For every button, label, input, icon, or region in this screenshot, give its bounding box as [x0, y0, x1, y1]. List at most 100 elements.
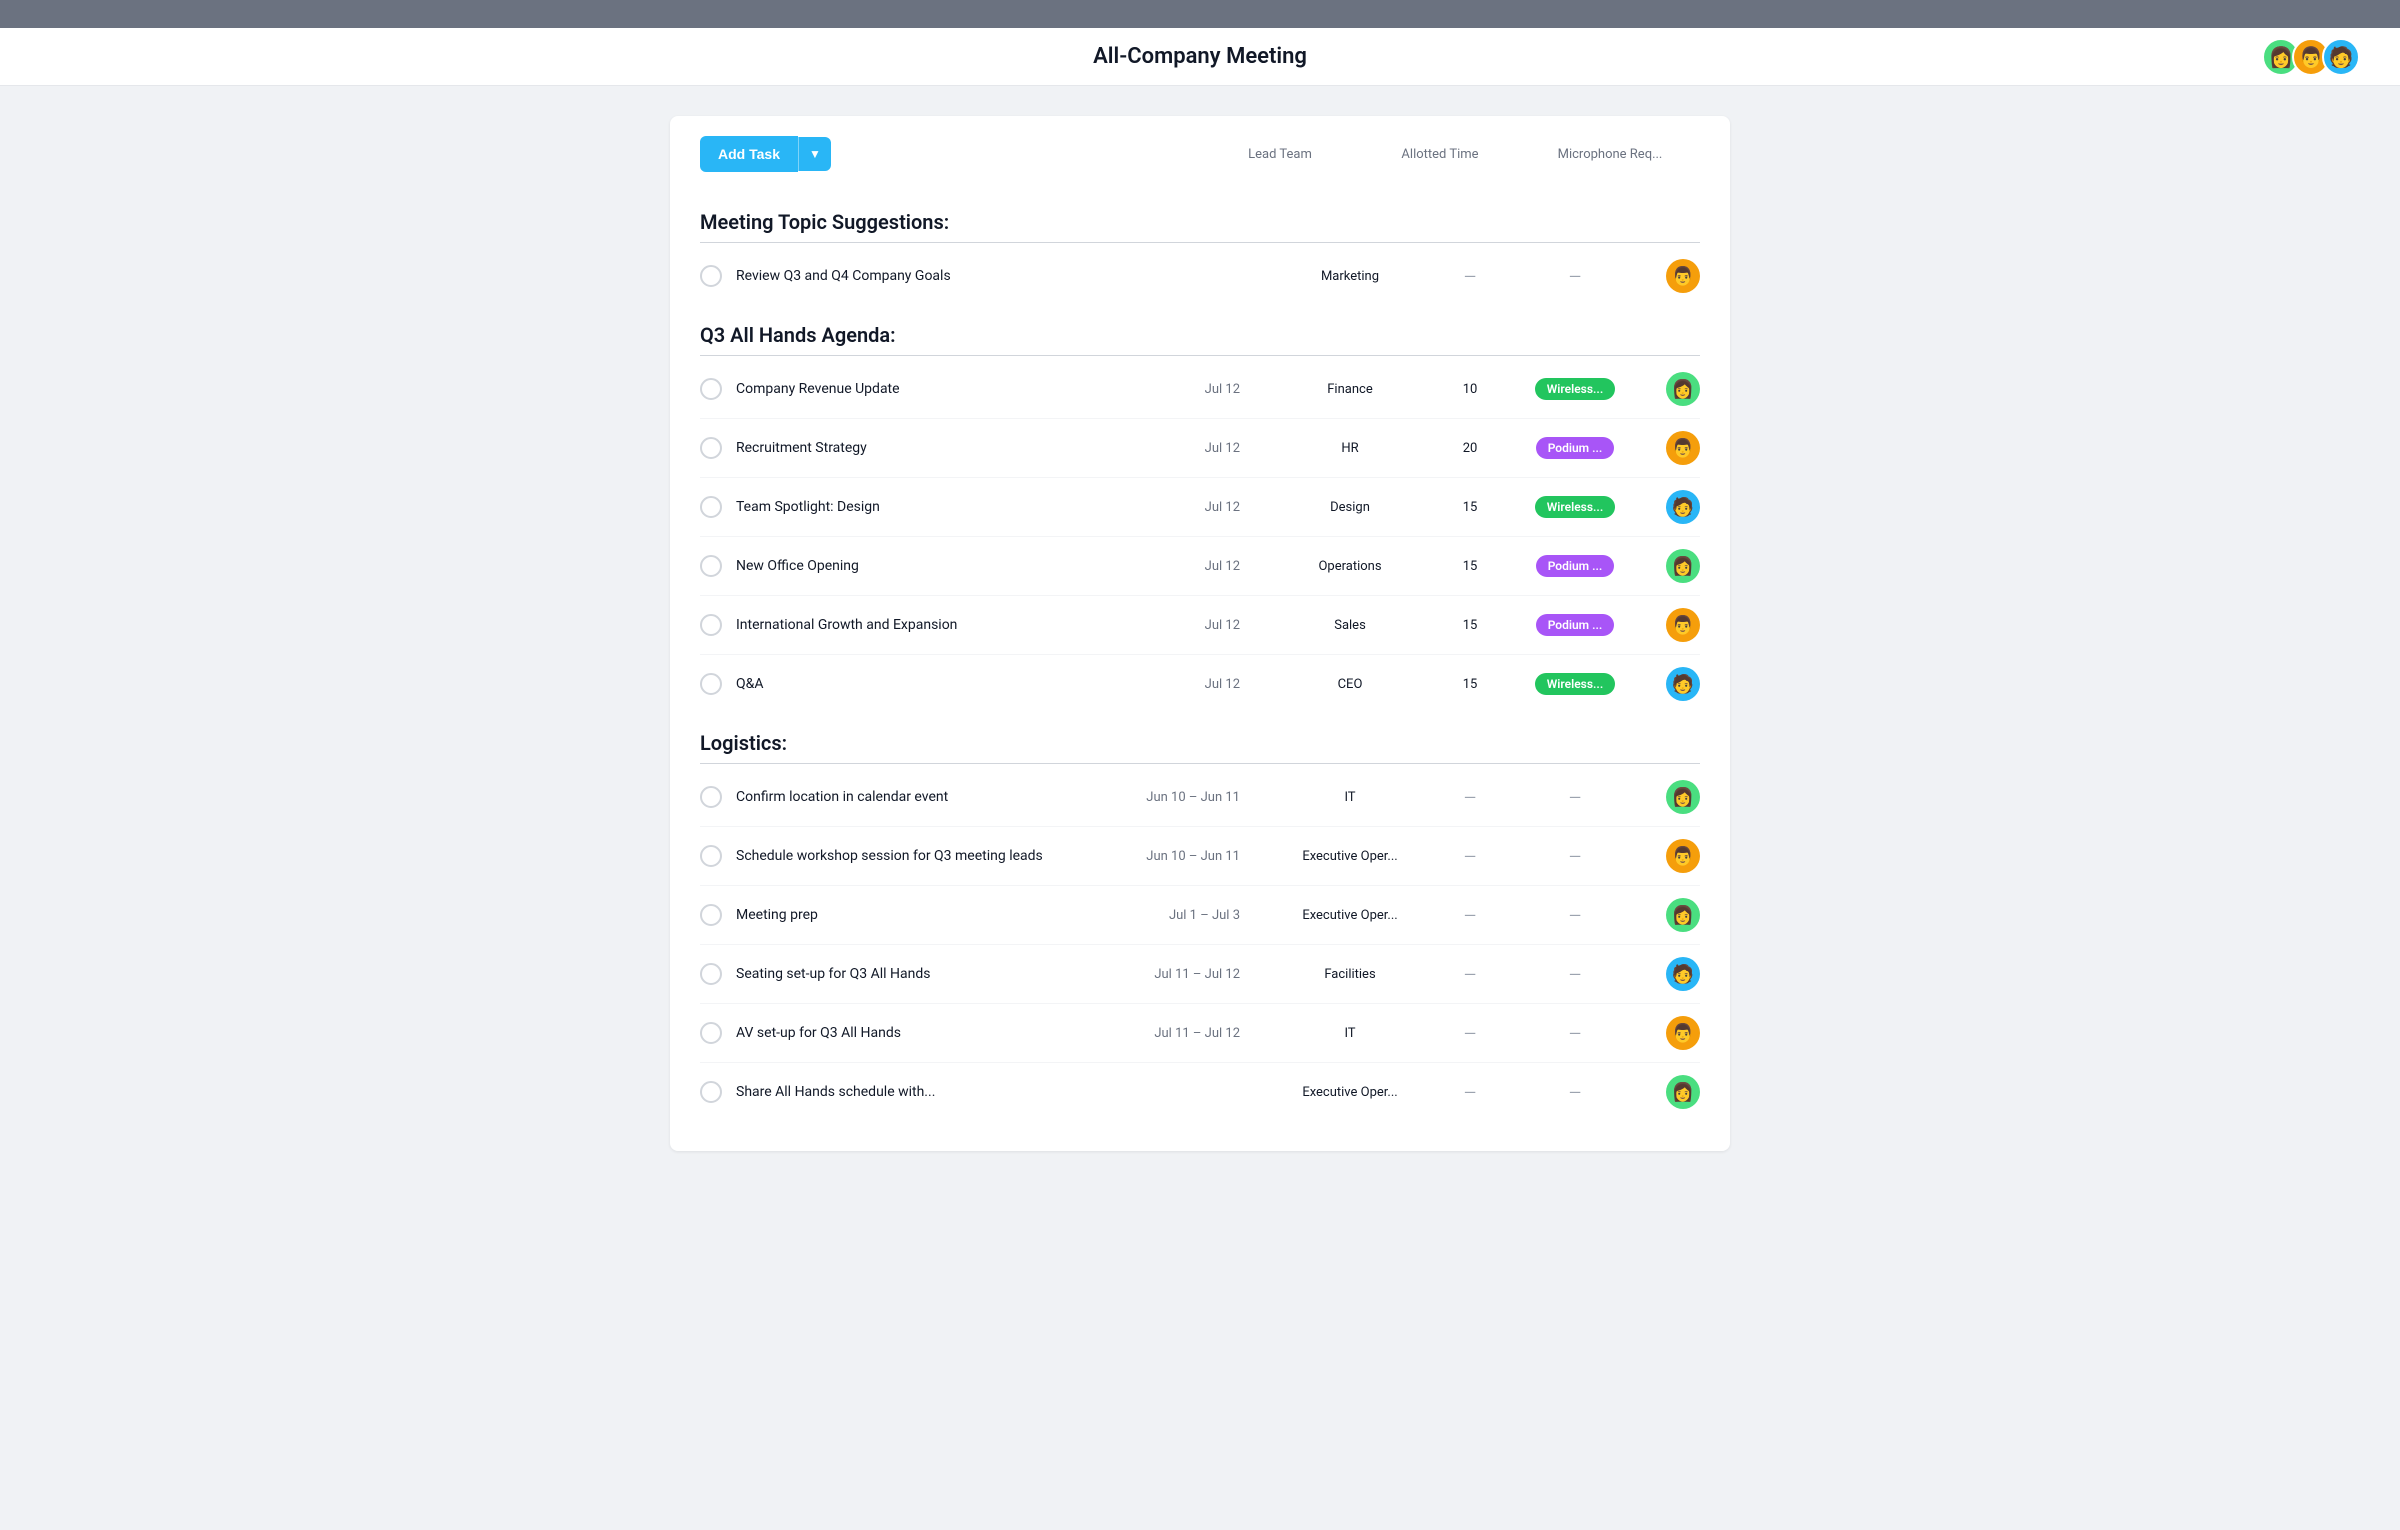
task-name: International Growth and Expansion: [736, 617, 1130, 633]
section: Meeting Topic Suggestions:Review Q3 and …: [700, 192, 1700, 305]
task-avatar: 🧑: [1640, 667, 1700, 701]
task-time: 20: [1430, 441, 1510, 456]
task-avatar: 👨: [1640, 839, 1700, 873]
task-checkbox[interactable]: [700, 1081, 722, 1103]
task-mic[interactable]: Wireless...: [1510, 496, 1640, 518]
task-checkbox[interactable]: [700, 265, 722, 287]
dash-icon: —: [1569, 906, 1582, 925]
task-mic: —: [1510, 1024, 1640, 1043]
avatar: 🧑: [1666, 957, 1700, 991]
section-title: Q3 All Hands Agenda:: [700, 305, 1700, 355]
mic-badge[interactable]: Podium ...: [1536, 555, 1615, 577]
mic-badge[interactable]: Wireless...: [1535, 378, 1615, 400]
avatar: 👨: [1666, 431, 1700, 465]
task-team: Finance: [1270, 382, 1430, 397]
task-name: Confirm location in calendar event: [736, 789, 1130, 805]
dash-icon: —: [1464, 1024, 1477, 1043]
task-name: Team Spotlight: Design: [736, 499, 1130, 515]
task-date: Jul 1 – Jul 3: [1130, 908, 1240, 923]
task-avatar: 👨: [1640, 1016, 1700, 1050]
avatar: 👨: [1666, 839, 1700, 873]
task-name: Q&A: [736, 676, 1130, 692]
microphone-req-header: Microphone Req...: [1520, 147, 1700, 162]
task-checkbox[interactable]: [700, 904, 722, 926]
task-checkbox[interactable]: [700, 496, 722, 518]
dash-icon: —: [1569, 1083, 1582, 1102]
task-date: Jul 11 – Jul 12: [1130, 1026, 1240, 1041]
task-date: Jul 12: [1130, 382, 1240, 397]
add-task-button[interactable]: Add Task: [700, 136, 798, 172]
dash-icon: —: [1569, 788, 1582, 807]
avatar: 🧑: [1666, 667, 1700, 701]
task-name: Recruitment Strategy: [736, 440, 1130, 456]
task-time: —: [1430, 1024, 1510, 1043]
avatar: 👩: [1666, 1075, 1700, 1109]
section-divider: [700, 763, 1700, 764]
table-row: Review Q3 and Q4 Company GoalsMarketing—…: [700, 247, 1700, 305]
mic-badge[interactable]: Wireless...: [1535, 673, 1615, 695]
task-avatar: 👨: [1640, 608, 1700, 642]
header: All-Company Meeting 👩👨🧑: [0, 28, 2400, 86]
task-avatar: 🧑: [1640, 957, 1700, 991]
task-date: Jul 12: [1130, 618, 1240, 633]
task-avatar: 👩: [1640, 1075, 1700, 1109]
task-time: —: [1430, 906, 1510, 925]
toolbar: Add Task ▼ Lead Team Allotted Time Micro…: [700, 136, 1700, 172]
table-row: Meeting prepJul 1 – Jul 3Executive Oper.…: [700, 886, 1700, 945]
task-time: 10: [1430, 382, 1510, 397]
task-checkbox[interactable]: [700, 963, 722, 985]
dash-icon: —: [1464, 965, 1477, 984]
section-divider: [700, 355, 1700, 356]
task-avatar: 👩: [1640, 898, 1700, 932]
task-mic[interactable]: Wireless...: [1510, 378, 1640, 400]
mic-badge[interactable]: Wireless...: [1535, 496, 1615, 518]
task-mic: —: [1510, 788, 1640, 807]
task-name: New Office Opening: [736, 558, 1130, 574]
task-mic[interactable]: Podium ...: [1510, 614, 1640, 636]
task-mic[interactable]: Wireless...: [1510, 673, 1640, 695]
task-checkbox[interactable]: [700, 845, 722, 867]
dash-icon: —: [1464, 847, 1477, 866]
avatar: 🧑: [1666, 490, 1700, 524]
task-mic[interactable]: Podium ...: [1510, 555, 1640, 577]
header-avatars: 👩👨🧑: [2270, 38, 2360, 76]
allotted-time-header: Allotted Time: [1360, 147, 1520, 162]
table-row: Recruitment StrategyJul 12 HR20 Podium ...…: [700, 419, 1700, 478]
mic-badge[interactable]: Podium ...: [1536, 614, 1615, 636]
task-checkbox[interactable]: [700, 1022, 722, 1044]
task-checkbox[interactable]: [700, 378, 722, 400]
task-checkbox[interactable]: [700, 786, 722, 808]
mic-badge[interactable]: Podium ...: [1536, 437, 1615, 459]
table-row: New Office OpeningJul 12Operations15Podi…: [700, 537, 1700, 596]
task-team: Executive Oper...: [1270, 908, 1430, 923]
table-row: Schedule workshop session for Q3 meeting…: [700, 827, 1700, 886]
task-time: 15: [1430, 500, 1510, 515]
table-row: Company Revenue UpdateJul 12Finance10Wir…: [700, 360, 1700, 419]
task-time: 15: [1430, 559, 1510, 574]
task-checkbox[interactable]: [700, 437, 722, 459]
task-team: IT: [1270, 790, 1430, 805]
task-checkbox[interactable]: [700, 673, 722, 695]
task-mic[interactable]: Podium ...: [1510, 437, 1640, 459]
task-checkbox[interactable]: [700, 614, 722, 636]
task-avatar: 👩: [1640, 780, 1700, 814]
avatar: 👩: [1666, 780, 1700, 814]
task-team: CEO: [1270, 677, 1430, 692]
page-title: All-Company Meeting: [1093, 44, 1307, 69]
task-mic: —: [1510, 965, 1640, 984]
task-time: —: [1430, 847, 1510, 866]
task-checkbox[interactable]: [700, 555, 722, 577]
header-avatar: 🧑: [2322, 38, 2360, 76]
avatar: 👩: [1666, 549, 1700, 583]
avatar: 👩: [1666, 898, 1700, 932]
add-task-dropdown-button[interactable]: ▼: [798, 137, 831, 171]
dash-icon: —: [1569, 1024, 1582, 1043]
task-team: Operations: [1270, 559, 1430, 574]
task-team: HR: [1270, 441, 1430, 456]
avatar: 👨: [1666, 259, 1700, 293]
task-name: Review Q3 and Q4 Company Goals: [736, 268, 1130, 284]
task-name: Share All Hands schedule with...: [736, 1084, 1130, 1100]
task-date: Jul 12: [1130, 441, 1240, 456]
task-mic: —: [1510, 1083, 1640, 1102]
task-date: Jul 12: [1130, 500, 1240, 515]
